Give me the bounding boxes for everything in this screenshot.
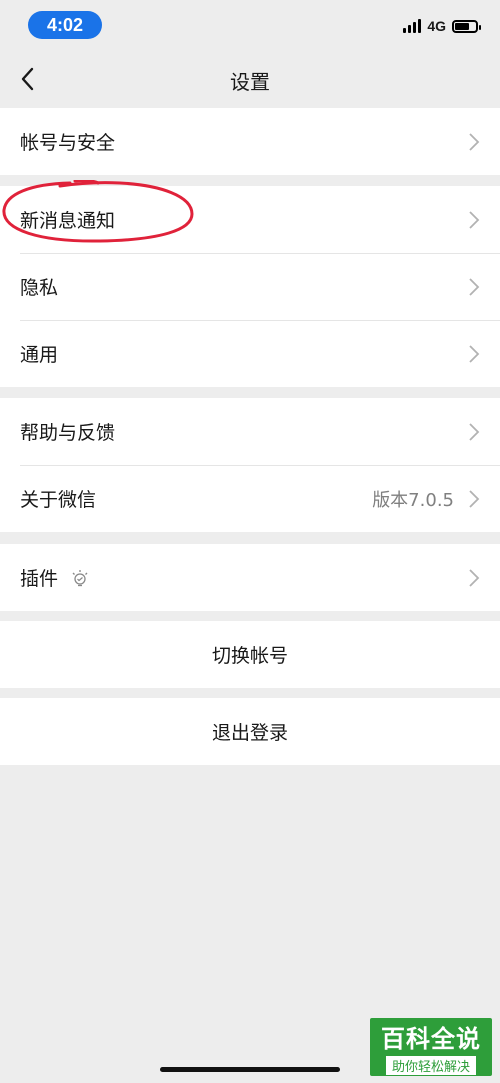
settings-item-privacy[interactable]: 隐私: [0, 253, 500, 320]
chevron-right-icon: [469, 278, 480, 296]
settings-item-label: 通用: [20, 344, 59, 366]
chevron-right-icon: [469, 490, 480, 508]
watermark-subtitle: 助你轻松解决: [385, 1056, 476, 1075]
logout-button[interactable]: 退出登录: [0, 698, 500, 765]
chevron-right-icon: [469, 133, 480, 151]
logout-group: 退出登录: [0, 698, 500, 765]
signal-icon: [403, 19, 422, 33]
settings-group-account: 帐号与安全: [0, 108, 500, 175]
settings-item-about[interactable]: 关于微信 版本7.0.5: [0, 465, 500, 532]
chevron-right-icon: [469, 345, 480, 363]
home-indicator: [160, 1067, 340, 1072]
chevron-right-icon: [469, 423, 480, 441]
settings-group-plugins: 插件: [0, 544, 500, 611]
chevron-right-icon: [469, 569, 480, 587]
settings-item-label: 帮助与反馈: [20, 422, 116, 444]
network-label: 4G: [427, 18, 446, 34]
chevron-right-icon: [469, 211, 480, 229]
watermark-logo: 百科全说 助你轻松解决: [370, 1018, 492, 1076]
settings-item-help-feedback[interactable]: 帮助与反馈: [0, 398, 500, 465]
settings-item-label: 帐号与安全: [20, 132, 116, 154]
status-indicators: 4G: [403, 17, 481, 35]
status-time: 4:02: [28, 11, 102, 39]
settings-item-label: 关于微信: [20, 489, 97, 511]
page-title: 设置: [230, 70, 270, 94]
status-bar: 4:02 4G: [0, 0, 500, 50]
lightbulb-icon: [72, 569, 88, 586]
switch-account-group: 切换帐号: [0, 621, 500, 688]
settings-item-label: 插件: [20, 568, 59, 590]
watermark-title: 百科全说: [381, 1025, 481, 1053]
version-label: 版本7.0.5: [372, 489, 454, 511]
settings-item-general[interactable]: 通用: [0, 320, 500, 387]
switch-account-button[interactable]: 切换帐号: [0, 621, 500, 688]
settings-item-notifications[interactable]: 新消息通知: [0, 186, 500, 253]
settings-group-general: 新消息通知 隐私 通用: [0, 186, 500, 387]
battery-icon: [452, 19, 481, 33]
settings-group-help: 帮助与反馈 关于微信 版本7.0.5: [0, 398, 500, 532]
settings-item-label: 新消息通知: [20, 210, 116, 232]
settings-item-account-security[interactable]: 帐号与安全: [0, 108, 500, 175]
settings-item-label: 隐私: [20, 277, 59, 299]
nav-bar: 设置: [0, 50, 500, 108]
settings-item-plugins[interactable]: 插件: [0, 544, 500, 611]
